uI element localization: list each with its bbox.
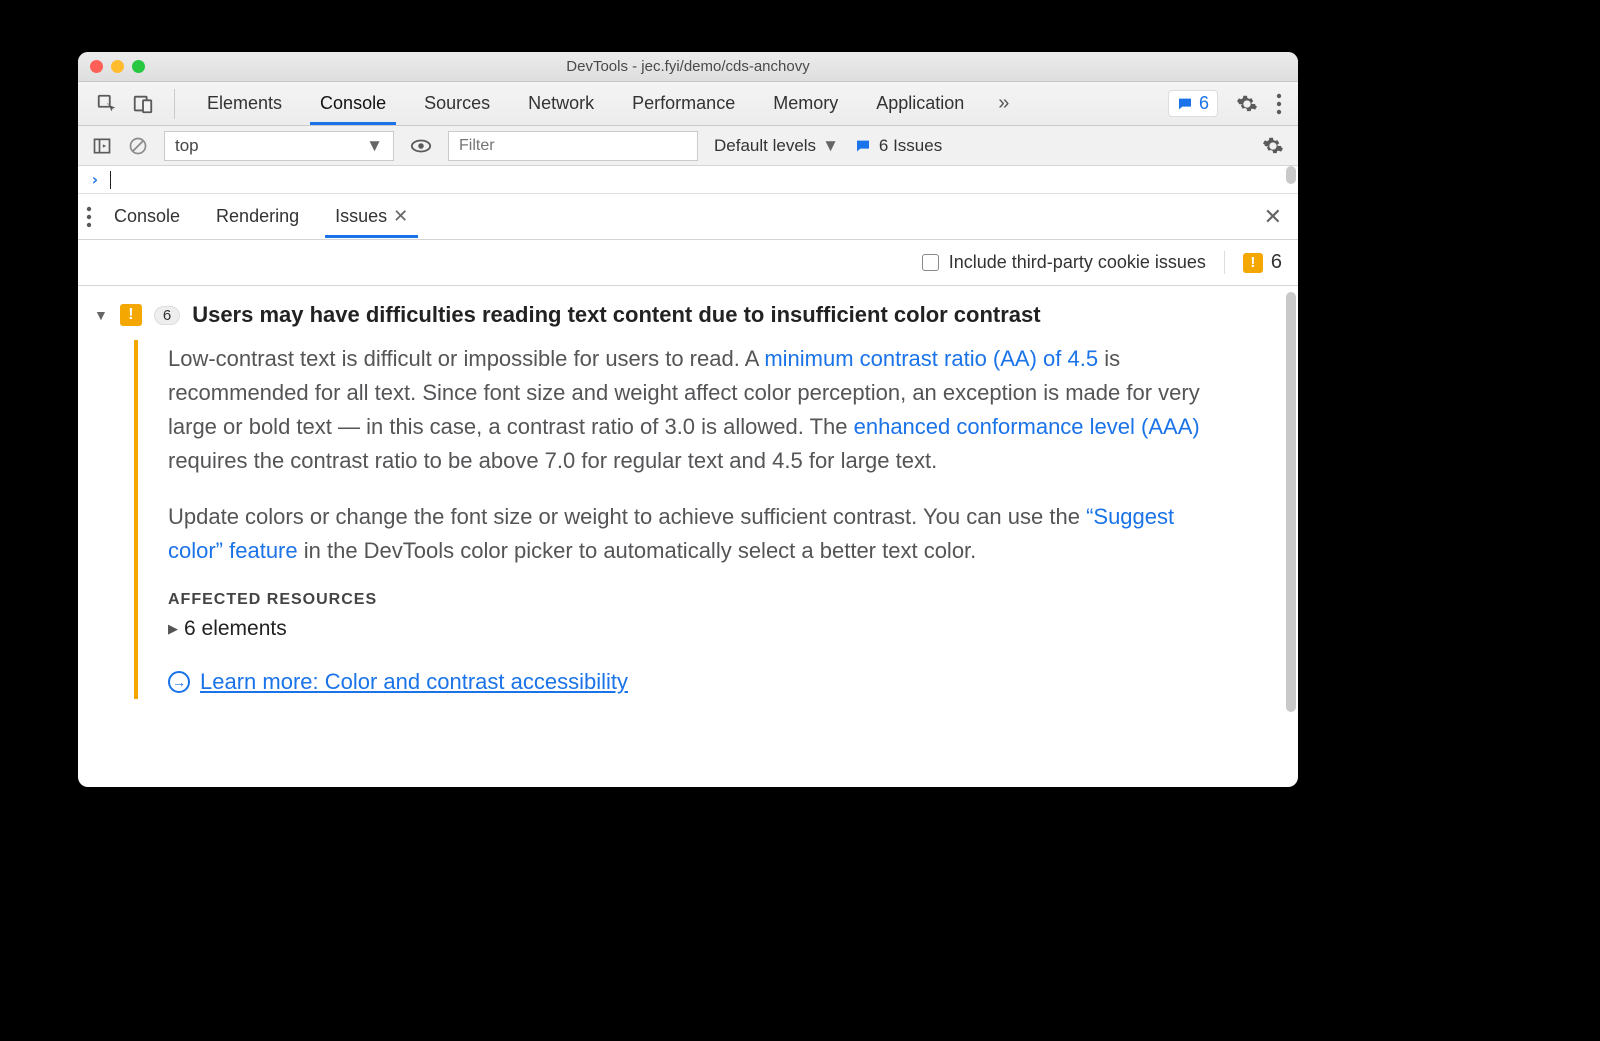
issues-scrollbar[interactable]	[1286, 286, 1296, 787]
include-third-party-checkbox[interactable]: Include third-party cookie issues	[922, 252, 1206, 273]
drawer-tab-issues[interactable]: Issues ✕	[331, 196, 412, 237]
issue-row[interactable]: ▼ 6 Users may have difficulties reading …	[88, 298, 1298, 340]
main-tabs: Elements Console Sources Network Perform…	[185, 83, 1009, 124]
main-tabstrip: Elements Console Sources Network Perform…	[78, 82, 1298, 126]
chat-bubble-icon	[855, 138, 871, 154]
affected-elements-label: 6 elements	[184, 617, 287, 641]
tab-elements[interactable]: Elements	[203, 83, 286, 124]
include-third-party-label: Include third-party cookie issues	[949, 252, 1206, 273]
issue-title: Users may have difficulties reading text…	[192, 302, 1040, 328]
warning-icon: !	[1243, 253, 1263, 273]
contrast-aaa-link[interactable]: enhanced conformance level (AAA)	[854, 414, 1200, 439]
log-levels-selector[interactable]: Default levels ▼	[714, 136, 839, 156]
close-tab-icon[interactable]: ✕	[393, 206, 408, 227]
console-prompt[interactable]: ›	[78, 166, 1298, 194]
affected-elements-toggle[interactable]: ▶ 6 elements	[168, 617, 1218, 641]
devtools-window: DevTools - jec.fyi/demo/cds-anchovy Elem…	[78, 52, 1298, 787]
log-levels-label: Default levels	[714, 136, 816, 156]
console-settings-gear-icon[interactable]	[1262, 135, 1284, 157]
warning-icon	[120, 304, 142, 326]
tab-application[interactable]: Application	[872, 83, 968, 124]
tab-sources[interactable]: Sources	[420, 83, 494, 124]
clear-console-icon[interactable]	[128, 136, 148, 156]
zoom-window-button[interactable]	[132, 60, 145, 73]
more-tabs-icon[interactable]: »	[998, 83, 1009, 124]
drawer-kebab-menu-icon[interactable]	[86, 206, 92, 228]
minimize-window-button[interactable]	[111, 60, 124, 73]
tab-console[interactable]: Console	[316, 83, 390, 124]
device-toggle-icon[interactable]	[132, 93, 154, 115]
issues-toolbar: Include third-party cookie issues ! 6	[78, 240, 1298, 286]
tab-memory[interactable]: Memory	[769, 83, 842, 124]
arrow-circle-icon: →	[168, 671, 190, 693]
console-scrollbar[interactable]	[1286, 166, 1296, 193]
issues-badge-count: 6	[1199, 93, 1209, 114]
affected-resources-heading: AFFECTED RESOURCES	[168, 591, 1218, 609]
live-expression-icon[interactable]	[410, 135, 432, 157]
issues-total: ! 6	[1224, 251, 1282, 274]
issue-description-paragraph: Update colors or change the font size or…	[168, 500, 1218, 568]
issue-occurrence-count: 6	[154, 306, 180, 325]
select-element-icon[interactable]	[96, 93, 118, 115]
context-selector[interactable]: top ▼	[164, 131, 394, 161]
issue-description-paragraph: Low-contrast text is difficult or imposs…	[168, 342, 1218, 478]
kebab-menu-icon[interactable]	[1276, 93, 1282, 115]
drawer-close-icon[interactable]: ✕	[1256, 204, 1290, 230]
disclosure-triangle-icon: ▶	[168, 621, 178, 637]
drawer-tab-rendering[interactable]: Rendering	[212, 196, 303, 237]
filter-input[interactable]	[448, 131, 698, 161]
drawer-tabstrip: Console Rendering Issues ✕ ✕	[78, 194, 1298, 240]
chat-bubble-icon	[1177, 96, 1193, 112]
drawer-tab-console[interactable]: Console	[110, 196, 184, 237]
issues-link-label: 6 Issues	[879, 136, 942, 156]
prompt-caret-icon: ›	[90, 170, 100, 189]
issue-details: Low-contrast text is difficult or imposs…	[134, 340, 1298, 699]
disclosure-triangle-icon[interactable]: ▼	[94, 307, 108, 323]
settings-gear-icon[interactable]	[1236, 93, 1258, 115]
titlebar: DevTools - jec.fyi/demo/cds-anchovy	[78, 52, 1298, 82]
drawer-tab-issues-label: Issues	[335, 206, 387, 227]
learn-more-row: → Learn more: Color and contrast accessi…	[168, 669, 1218, 695]
chevron-down-icon: ▼	[822, 136, 839, 156]
issues-link[interactable]: 6 Issues	[855, 136, 942, 156]
console-toolbar: top ▼ Default levels ▼ 6 Issues	[78, 126, 1298, 166]
contrast-aa-link[interactable]: minimum contrast ratio (AA) of 4.5	[764, 346, 1098, 371]
text-cursor	[110, 171, 111, 189]
traffic-lights	[90, 60, 145, 73]
tab-performance[interactable]: Performance	[628, 83, 739, 124]
issues-list: ▼ 6 Users may have difficulties reading …	[78, 286, 1298, 787]
checkbox-icon	[922, 254, 939, 271]
learn-more-link[interactable]: Learn more: Color and contrast accessibi…	[200, 669, 628, 695]
window-title: DevTools - jec.fyi/demo/cds-anchovy	[78, 58, 1298, 75]
issues-badge[interactable]: 6	[1168, 90, 1218, 117]
sidebar-toggle-icon[interactable]	[92, 136, 112, 156]
context-selector-value: top	[175, 136, 199, 156]
chevron-down-icon: ▼	[366, 136, 383, 156]
tab-network[interactable]: Network	[524, 83, 598, 124]
issues-total-count: 6	[1271, 251, 1282, 274]
close-window-button[interactable]	[90, 60, 103, 73]
